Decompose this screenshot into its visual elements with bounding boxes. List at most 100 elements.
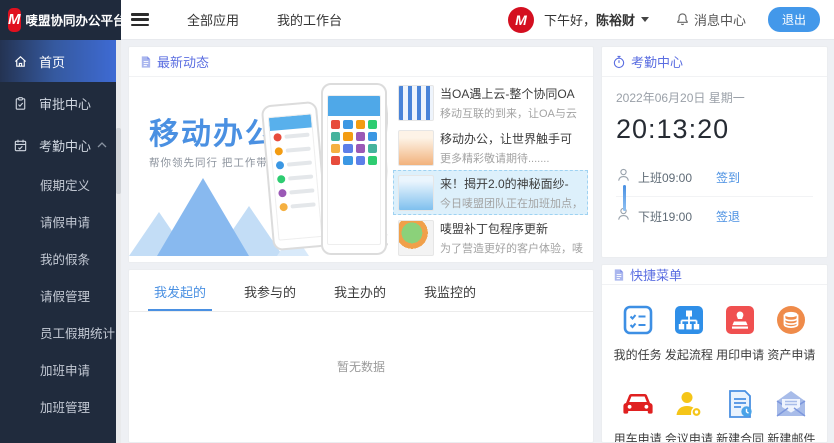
quick-menu-header: 快捷菜单 [602, 265, 827, 285]
sidebar-subitem-holiday-definition[interactable]: 假期定义 [0, 166, 121, 203]
calendar-icon [13, 138, 28, 153]
news-list: 当OA遇上云-整个协同OA 移动互联的到来，让OA与云 移动办公，让世界触手可更多… [388, 77, 593, 262]
flow-icon [673, 304, 705, 336]
workflow-tabs-panel: 我发起的 我参与的 我主办的 我监控的 暂无数据 [128, 269, 594, 443]
news-banner[interactable]: 移动办公 帮你领先同行 把工作带出办公室 [129, 77, 388, 262]
sidebar-subitem-leave-management[interactable]: 请假管理 [0, 277, 121, 314]
user-greeting[interactable]: 下午好，陈裕财 [544, 10, 635, 29]
nav-all-apps[interactable]: 全部应用 [187, 10, 239, 29]
bell-icon [675, 12, 690, 27]
topbar-right: M 下午好，陈裕财 消息中心 退出 [508, 7, 834, 33]
sidebar-subitem-leave-request[interactable]: 请假申请 [0, 203, 121, 240]
shift-start-label: 上班09:00 [638, 169, 716, 186]
stamp-icon [724, 304, 756, 336]
document-icon [612, 268, 625, 282]
phone-mockup-center [321, 83, 387, 255]
sidebar-item-label: 审批中心 [39, 94, 91, 113]
main-content: 最新动态 移动办公 帮你领先同行 把工作带出办公室 [121, 40, 834, 443]
news-thumbnail [398, 130, 434, 166]
news-item-subtitle: 更多精彩敬请期待....... [440, 150, 583, 166]
brand-logo[interactable]: M 唛盟协同办公平台 [0, 0, 121, 40]
tab-monitored-by-me[interactable]: 我监控的 [422, 270, 478, 311]
tab-initiated-by-me[interactable]: 我发起的 [152, 270, 208, 311]
message-center-label: 消息中心 [694, 10, 746, 29]
quick-menu-new-contract[interactable]: 新建合同 [715, 387, 766, 443]
quick-menu-label: 发起流程 [665, 346, 713, 363]
topbar: M 唛盟协同办公平台 全部应用 我的工作台 M 下午好，陈裕财 消息中心 退出 [0, 0, 834, 40]
latest-news-title: 最新动态 [157, 52, 209, 71]
news-item-title: 唛盟补丁包程序更新 [440, 220, 583, 237]
news-thumbnail [398, 175, 434, 211]
attendance-title: 考勤中心 [631, 52, 683, 71]
mail-icon [774, 389, 808, 419]
contract-icon [724, 388, 756, 420]
chevron-up-icon [97, 141, 107, 149]
logout-button[interactable]: 退出 [768, 7, 820, 32]
news-item-subtitle: 今日唛盟团队正在加班加点， [440, 195, 583, 211]
sidebar-subitem-overtime-management[interactable]: 加班管理 [0, 388, 121, 425]
latest-news-panel: 最新动态 移动办公 帮你领先同行 把工作带出办公室 [128, 46, 594, 263]
quick-menu-asset-request[interactable]: 资产申请 [766, 303, 817, 363]
quick-menu-label: 用印申请 [716, 346, 764, 363]
attendance-header: 考勤中心 [602, 47, 827, 77]
shift-end-label: 下班19:00 [638, 208, 716, 225]
check-in-link[interactable]: 签到 [716, 169, 740, 186]
quick-menu-grid: 我的任务 发起流程 用印申请 资产申请 [602, 285, 827, 443]
news-item[interactable]: 移动办公，让世界触手可更多精彩敬请期待....... [393, 125, 588, 170]
attendance-row-morning: 上班09:00 签到 [616, 159, 813, 197]
quick-menu-new-mail[interactable]: 新建邮件 [766, 387, 817, 443]
nav-my-workbench[interactable]: 我的工作台 [277, 10, 342, 29]
attendance-row-evening: 下班19:00 签退 [616, 197, 813, 235]
sidebar-subitem-overtime-request[interactable]: 加班申请 [0, 351, 121, 388]
sidebar-scrollbar[interactable] [116, 40, 121, 443]
news-thumbnail [398, 85, 434, 121]
quick-menu-my-tasks[interactable]: 我的任务 [612, 303, 663, 363]
news-item[interactable]: 唛盟补丁包程序更新为了营造更好的客户体验，唛 [393, 215, 588, 260]
sidebar-subitem-employee-holiday-stats[interactable]: 员工假期统计 [0, 314, 121, 351]
sidebar: 首页 审批中心 考勤中心 假期定义 请假申请 我的假条 请假管理 员工假期统计 … [0, 40, 121, 443]
app-window: M 唛盟协同办公平台 全部应用 我的工作台 M 下午好，陈裕财 消息中心 退出 … [0, 0, 834, 443]
tab-hosted-by-me[interactable]: 我主办的 [332, 270, 388, 311]
quick-menu-seal-request[interactable]: 用印申请 [715, 303, 766, 363]
home-icon [13, 54, 28, 69]
stopwatch-icon [612, 55, 626, 69]
sidebar-scrollbar-thumb[interactable] [116, 128, 121, 194]
hamburger-menu-icon[interactable] [131, 13, 149, 26]
latest-news-header: 最新动态 [129, 47, 593, 77]
sidebar-item-home[interactable]: 首页 [0, 40, 121, 82]
news-item-subtitle: 移动互联的到来，让OA与云 [440, 105, 583, 121]
greeting-text: 下午好， [544, 13, 596, 28]
quick-menu-label: 会议申请 [665, 430, 713, 443]
mountain-shape [157, 178, 249, 256]
quick-menu-label: 新建邮件 [767, 430, 815, 443]
message-center-button[interactable]: 消息中心 [675, 10, 746, 29]
tab-participated-by-me[interactable]: 我参与的 [242, 270, 298, 311]
check-out-link[interactable]: 签退 [716, 208, 740, 225]
timeline-connector [623, 185, 626, 211]
news-item[interactable]: 当OA遇上云-整个协同OA 移动互联的到来，让OA与云 [393, 80, 588, 125]
quick-menu-label: 资产申请 [767, 346, 815, 363]
sidebar-item-approval[interactable]: 审批中心 [0, 82, 121, 124]
chevron-down-icon[interactable] [641, 17, 649, 22]
avatar[interactable]: M [508, 7, 534, 33]
attendance-panel: 考勤中心 2022年06月20日 星期一 20:13:20 上班09:00 签到 [601, 46, 828, 258]
clipboard-icon [13, 96, 28, 111]
phone-mockup-left [261, 101, 330, 251]
quick-menu-label: 我的任务 [614, 346, 662, 363]
brand-title: 唛盟协同办公平台 [26, 10, 126, 29]
sidebar-subitem-my-leave-notes[interactable]: 我的假条 [0, 240, 121, 277]
quick-menu-meeting-request[interactable]: 会议申请 [663, 387, 714, 443]
right-column: 考勤中心 2022年06月20日 星期一 20:13:20 上班09:00 签到 [601, 46, 828, 443]
attendance-body: 2022年06月20日 星期一 20:13:20 上班09:00 签到 下班19… [602, 77, 827, 235]
sidebar-item-attendance[interactable]: 考勤中心 [0, 124, 121, 166]
news-item-subtitle: 为了营造更好的客户体验，唛 [440, 240, 583, 256]
quick-menu-car-request[interactable]: 用车申请 [612, 387, 663, 443]
news-item-selected[interactable]: 来！揭开2.0的神秘面纱-今日唛盟团队正在加班加点， [393, 170, 588, 215]
attendance-date: 2022年06月20日 星期一 [616, 89, 813, 106]
quick-menu-start-flow[interactable]: 发起流程 [663, 303, 714, 363]
brand-logo-icon: M [8, 8, 21, 32]
tasks-icon [622, 304, 654, 336]
quick-menu-title: 快捷菜单 [630, 265, 682, 284]
car-icon [621, 389, 655, 419]
news-item-title: 当OA遇上云-整个协同OA [440, 85, 583, 102]
